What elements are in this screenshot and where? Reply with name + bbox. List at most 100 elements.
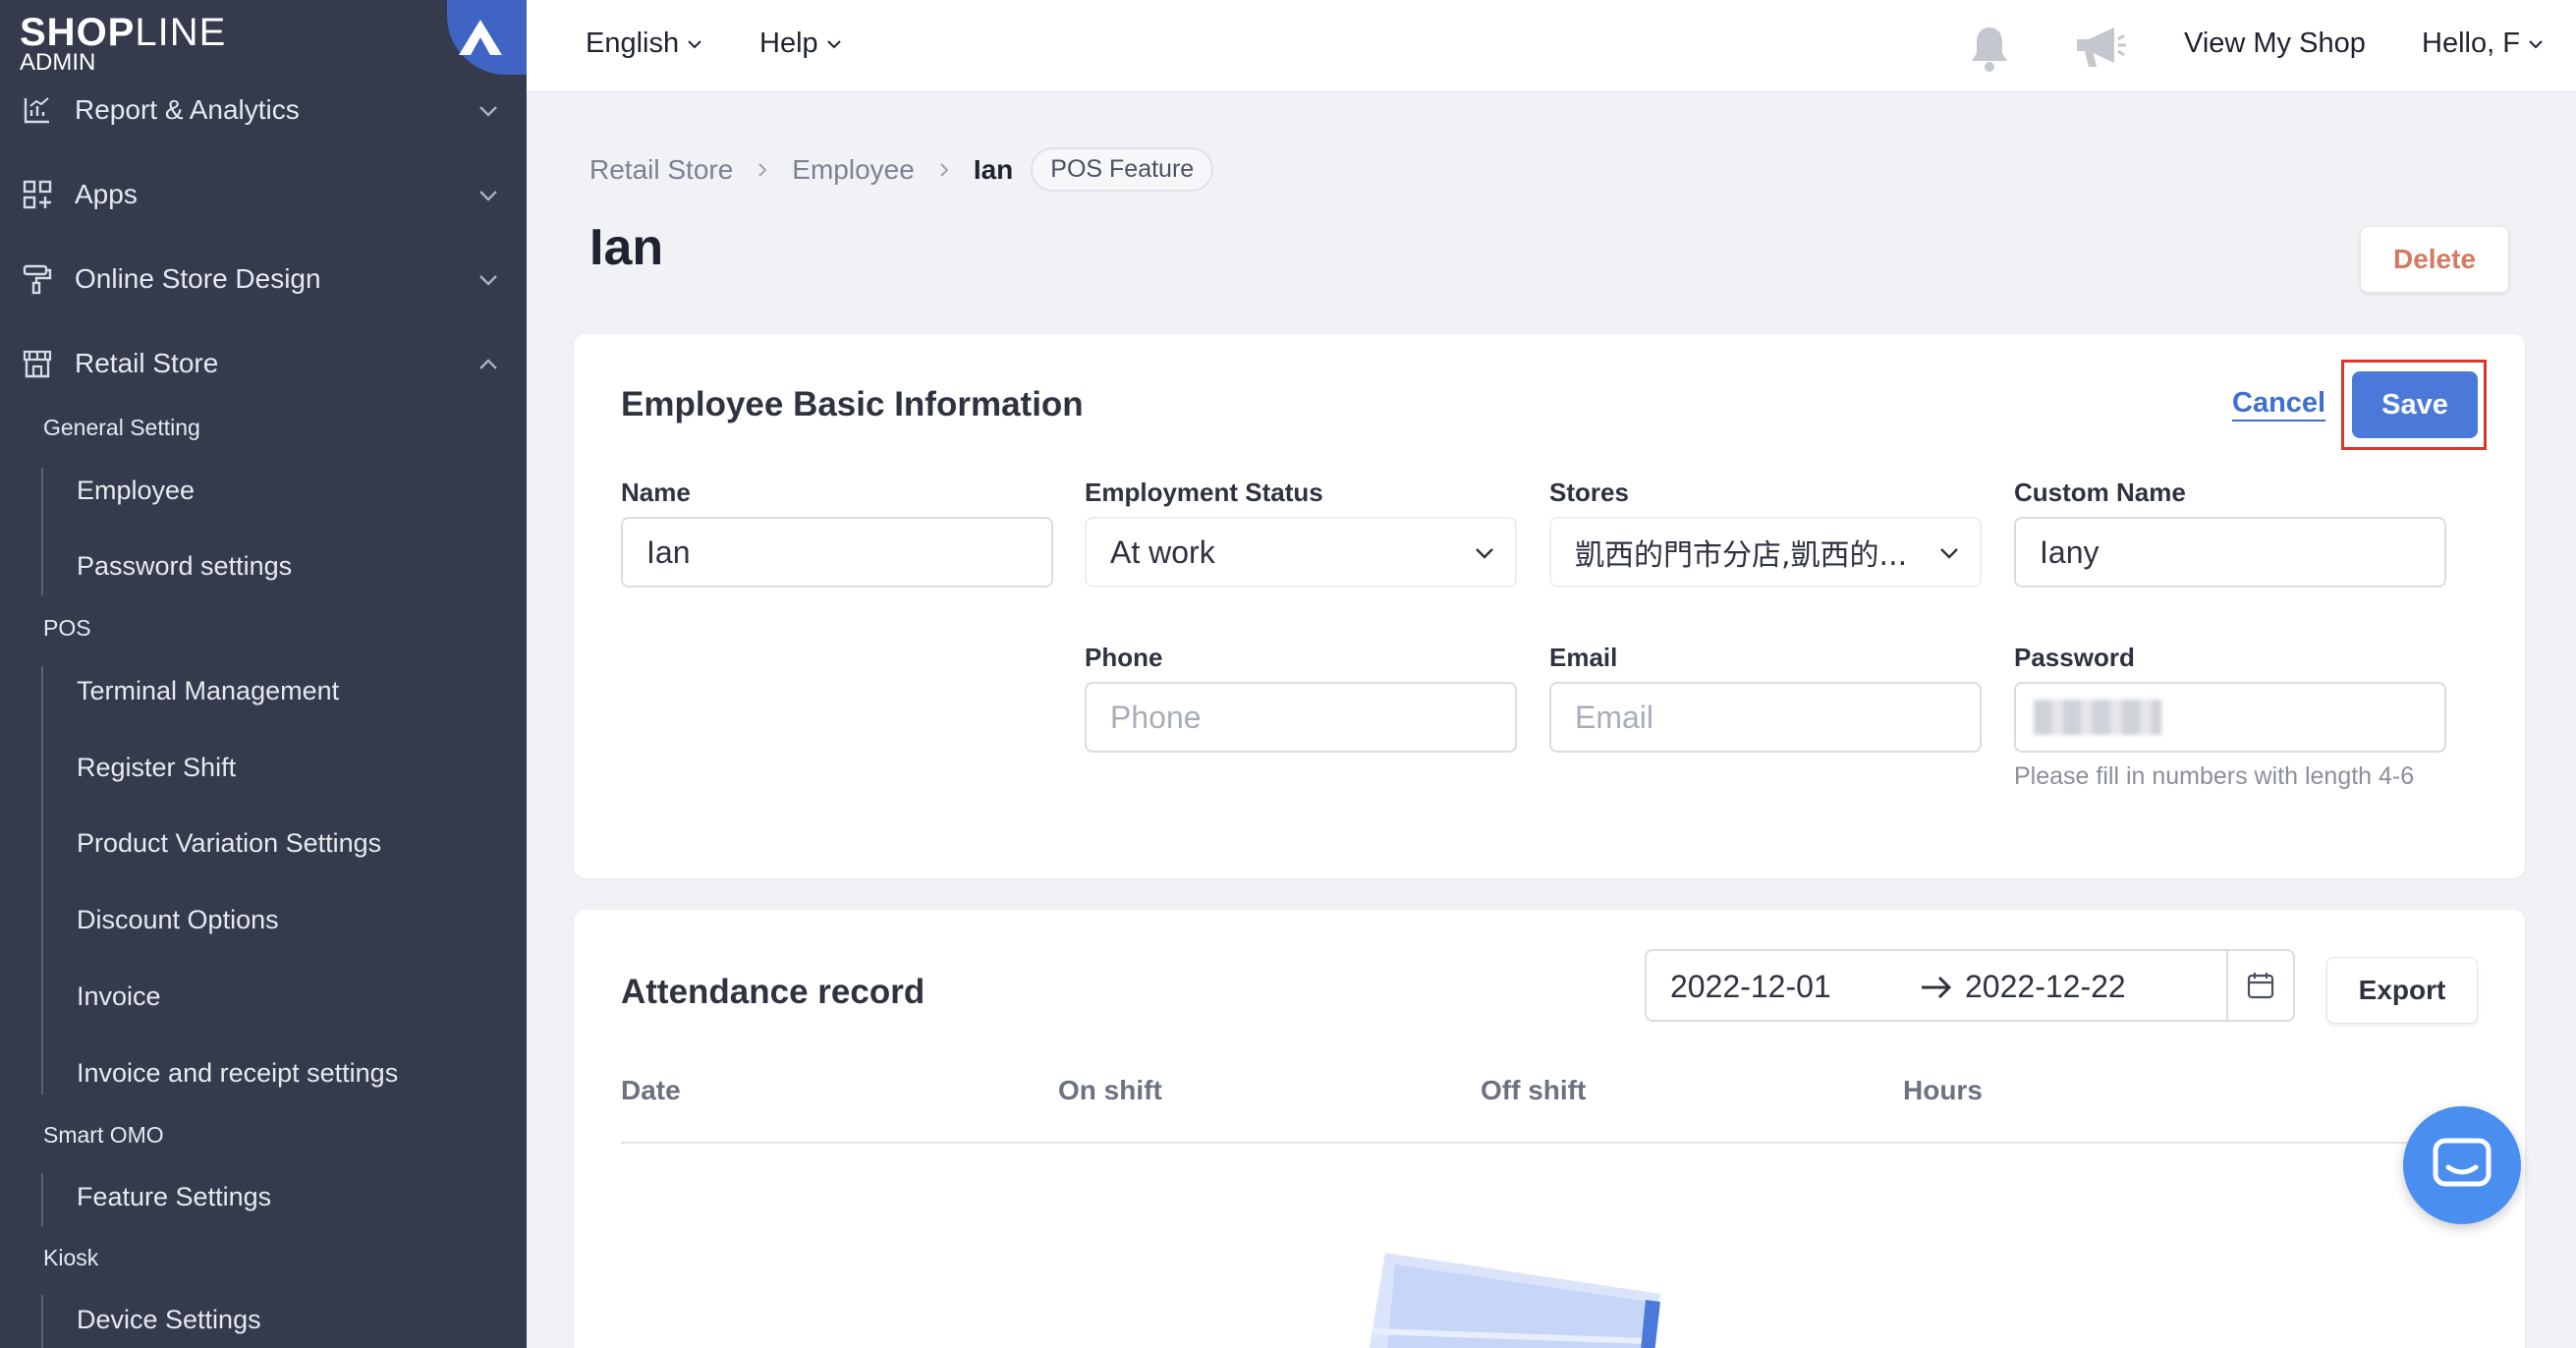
logo-brand-bold: SHOP <box>20 11 136 54</box>
chevron-down-icon <box>1940 548 1958 559</box>
language-dropdown[interactable]: English <box>586 28 702 60</box>
attendance-title: Attendance record <box>621 973 925 1011</box>
chevron-right-icon <box>940 162 949 177</box>
arrow-right-icon <box>1922 976 1952 999</box>
page-title: Ian <box>589 219 664 276</box>
chevron-down-icon <box>688 39 701 48</box>
column-header-on-shift: On shift <box>1058 1075 1162 1105</box>
chevron-down-icon <box>479 191 497 201</box>
name-input[interactable]: Ian <box>621 517 1053 588</box>
store-icon <box>23 350 52 378</box>
stores-label: Stores <box>1549 477 1629 507</box>
password-label: Password <box>2014 643 2135 672</box>
chevron-down-icon <box>479 275 497 286</box>
employment-status-select[interactable]: At work <box>1085 517 1517 588</box>
delete-button[interactable]: Delete <box>2360 226 2509 293</box>
sidebar-section-general-setting: General Setting <box>43 415 200 440</box>
cancel-button[interactable]: Cancel <box>2232 387 2325 420</box>
sidebar-section-pos: POS <box>43 615 91 641</box>
user-menu-dropdown[interactable]: Hello, F <box>2422 28 2544 60</box>
column-header-off-shift: Off shift <box>1481 1075 1587 1105</box>
basic-info-title: Employee Basic Information <box>621 385 1084 423</box>
logo-mark-icon <box>447 0 527 75</box>
date-range-divider <box>2226 951 2228 1020</box>
table-header-divider <box>621 1142 2435 1144</box>
calendar-icon[interactable] <box>2246 971 2275 1000</box>
stores-select[interactable]: 凱西的門市分店,凱西的... <box>1549 517 1982 588</box>
sidebar-item-invoice[interactable]: Invoice <box>77 982 161 1012</box>
sidebar-item-password-settings[interactable]: Password settings <box>77 551 292 582</box>
sidebar-subgroup-line <box>41 1173 43 1226</box>
phone-label: Phone <box>1085 643 1163 672</box>
sidebar-item-label: Online Store Design <box>75 263 321 294</box>
name-label: Name <box>621 477 691 507</box>
sidebar-item-employee[interactable]: Employee <box>77 476 195 506</box>
breadcrumb: Retail Store Employee Ian POS Feature <box>589 147 1214 192</box>
sidebar-section-kiosk: Kiosk <box>43 1245 99 1270</box>
stores-value: 凱西的門市分店,凱西的... <box>1575 538 1908 573</box>
chevron-down-icon <box>479 106 497 117</box>
chevron-down-icon <box>826 39 841 48</box>
column-header-date: Date <box>621 1075 681 1105</box>
custom-name-label: Custom Name <box>2014 477 2186 507</box>
employment-status-label: Employment Status <box>1085 477 1323 507</box>
sidebar-item-terminal-management[interactable]: Terminal Management <box>77 676 339 706</box>
sidebar-item-apps[interactable]: Apps <box>0 165 527 224</box>
chevron-right-icon <box>758 162 767 177</box>
chat-icon <box>2433 1138 2492 1187</box>
sidebar-item-product-variation-settings[interactable]: Product Variation Settings <box>77 828 381 859</box>
pos-feature-badge: POS Feature <box>1031 147 1214 192</box>
bell-icon[interactable] <box>1967 24 2012 73</box>
logo-brand-thin: LINE <box>135 11 227 54</box>
sidebar-subgroup-line <box>41 666 43 1095</box>
top-bar: English Help View My Shop Hello, F <box>527 0 2576 92</box>
help-dropdown[interactable]: Help <box>759 28 842 60</box>
language-label: English <box>586 28 680 59</box>
sidebar-item-report-analytics[interactable]: Report & Analytics <box>0 81 527 140</box>
start-date[interactable]: 2022-12-01 <box>1670 969 1831 1005</box>
date-range-picker[interactable]: 2022-12-01 2022-12-22 <box>1645 949 2295 1022</box>
chevron-down-icon <box>1476 548 1493 559</box>
employment-status-value: At work <box>1110 534 1215 570</box>
custom-name-input[interactable]: Iany <box>2014 517 2446 588</box>
breadcrumb-retail-store[interactable]: Retail Store <box>589 154 733 186</box>
end-date[interactable]: 2022-12-22 <box>1965 969 2126 1005</box>
sidebar-item-device-settings[interactable]: Device Settings <box>77 1305 261 1335</box>
sidebar-item-label: Retail Store <box>75 348 219 378</box>
save-button[interactable]: Save <box>2352 371 2478 438</box>
help-label: Help <box>759 28 818 59</box>
email-label: Email <box>1549 643 1618 672</box>
empty-state-illustration <box>1369 1253 1660 1348</box>
chat-support-button[interactable] <box>2403 1106 2521 1224</box>
sidebar-item-label: Report & Analytics <box>75 94 300 125</box>
paint-roller-icon <box>23 264 52 295</box>
chevron-down-icon <box>2529 39 2543 48</box>
sidebar-item-online-store-design[interactable]: Online Store Design <box>0 250 527 309</box>
sidebar-item-retail-store[interactable]: Retail Store <box>0 334 527 393</box>
sidebar-subgroup-line <box>41 468 43 595</box>
chart-icon <box>24 97 49 124</box>
apps-icon <box>23 180 52 209</box>
password-masked-value <box>2034 700 2161 735</box>
user-greeting: Hello, F <box>2422 28 2520 59</box>
megaphone-icon[interactable] <box>2073 24 2128 71</box>
breadcrumb-employee[interactable]: Employee <box>792 154 915 186</box>
password-input[interactable] <box>2014 682 2446 753</box>
sidebar-subgroup-line <box>41 1295 43 1348</box>
sidebar: SHOPLINE ADMIN Report & Analytics Apps O… <box>0 0 527 1348</box>
email-input[interactable]: Email <box>1549 682 1982 753</box>
export-button[interactable]: Export <box>2326 957 2478 1024</box>
sidebar-item-discount-options[interactable]: Discount Options <box>77 905 279 935</box>
sidebar-section-smart-omo: Smart OMO <box>43 1122 164 1148</box>
sidebar-item-feature-settings[interactable]: Feature Settings <box>77 1182 271 1212</box>
password-hint: Please fill in numbers with length 4-6 <box>2014 762 2415 790</box>
shopline-logo[interactable]: SHOPLINE ADMIN <box>20 10 226 75</box>
sidebar-item-register-shift[interactable]: Register Shift <box>77 753 236 783</box>
phone-input[interactable]: Phone <box>1085 682 1517 753</box>
sidebar-item-label: Apps <box>75 179 138 209</box>
breadcrumb-current: Ian <box>973 153 1014 185</box>
column-header-hours: Hours <box>1903 1075 1983 1105</box>
chevron-up-icon <box>479 359 497 369</box>
view-my-shop-link[interactable]: View My Shop <box>2184 28 2366 60</box>
sidebar-item-invoice-receipt-settings[interactable]: Invoice and receipt settings <box>77 1058 398 1089</box>
